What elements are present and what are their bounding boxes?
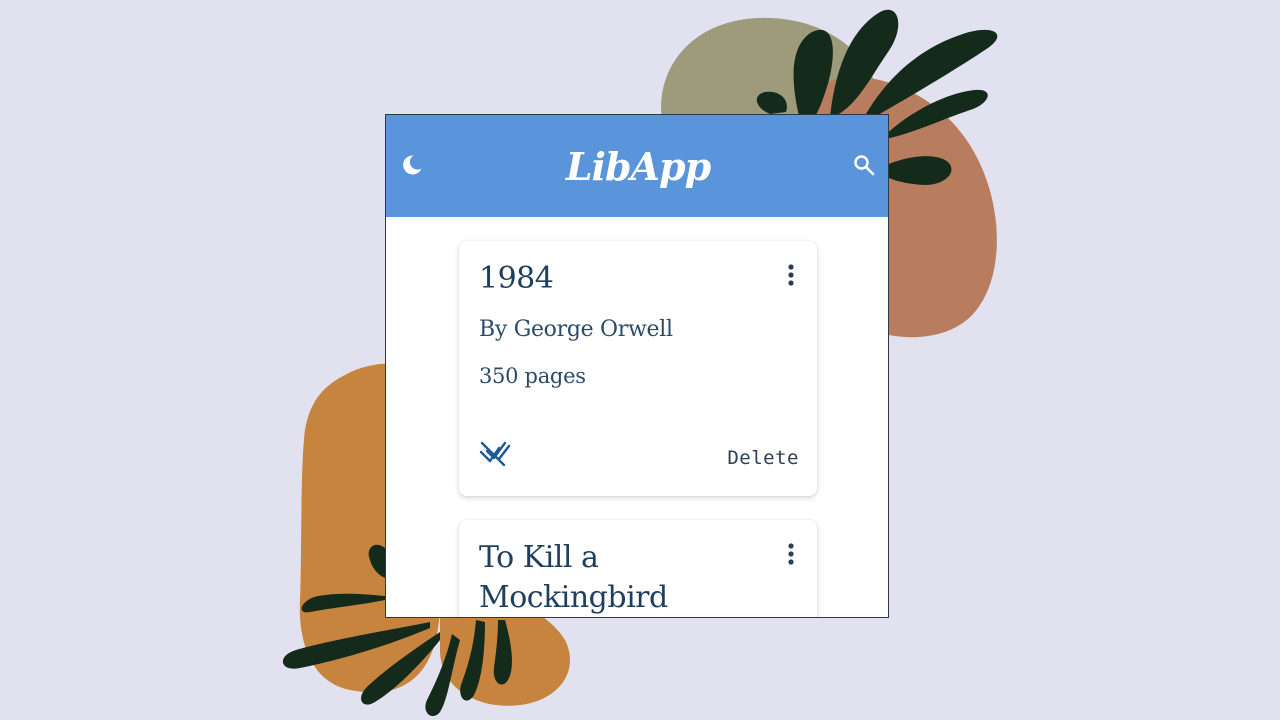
search-button[interactable] xyxy=(844,147,884,187)
book-card: To Kill a Mockingbird xyxy=(459,520,817,617)
app-title: LibApp xyxy=(565,144,711,189)
book-list: 1984 By George Orwell 350 pages Delete T… xyxy=(386,217,888,617)
book-title: 1984 xyxy=(479,261,554,296)
delete-button[interactable]: Delete xyxy=(727,443,799,473)
book-menu-button[interactable] xyxy=(779,261,803,293)
more-vert-icon xyxy=(787,542,795,571)
book-pages: 350 pages xyxy=(479,364,586,388)
book-card: 1984 By George Orwell 350 pages Delete xyxy=(459,241,817,496)
book-menu-button[interactable] xyxy=(779,540,803,572)
app-window: LibApp 1984 By George Orwell 350 pages D… xyxy=(385,114,889,618)
presentation-stage: LibApp 1984 By George Orwell 350 pages D… xyxy=(0,0,1280,720)
book-author: By George Orwell xyxy=(479,317,673,342)
mark-read-button[interactable] xyxy=(475,437,515,471)
book-title: To Kill a Mockingbird xyxy=(479,540,668,615)
search-icon xyxy=(852,153,876,182)
mark-read-icon xyxy=(478,438,512,471)
more-vert-icon xyxy=(787,263,795,292)
app-bar: LibApp xyxy=(386,115,888,217)
